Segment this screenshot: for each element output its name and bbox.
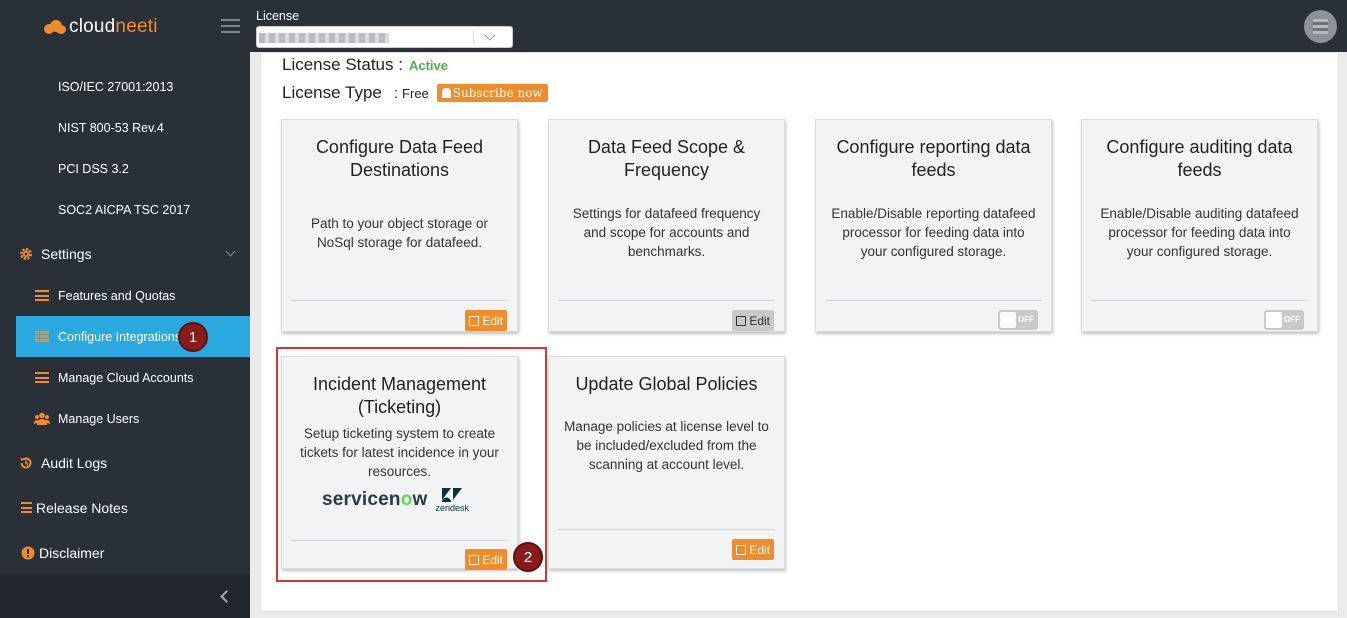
sidebar-item-label: Disclaimer (39, 544, 105, 561)
sidebar-item-label: ISO/IEC 27001:2013 (58, 79, 174, 94)
subscribe-now-button[interactable]: Subscribe now (436, 84, 548, 102)
hamburger-menu-icon[interactable] (221, 19, 240, 33)
edit-button[interactable]: Edit (732, 539, 774, 560)
sidebar-item-label: Configure Integrations (58, 329, 181, 344)
toggle-label: OFF (1284, 315, 1300, 324)
license-status-value: Active (408, 58, 448, 73)
license-type-separator: : (393, 85, 399, 102)
card-title: Data Feed Scope & Frequency (587, 137, 746, 180)
sidebar-item-configure-integrations[interactable]: Configure Integrations (16, 316, 250, 357)
license-type-label: License Type (282, 83, 382, 102)
logo-text: cloudneeti (69, 16, 158, 37)
subscribe-now-label: Subscribe now (452, 86, 543, 100)
card-configure-data-feed-destinations: Configure Data Feed Destinations Path to… (281, 119, 518, 332)
card-title: Update Global Policies (575, 374, 758, 394)
sidebar-item-label: Manage Users (58, 411, 140, 426)
license-type-row: License Type : Free Subscribe now (282, 83, 548, 103)
sidebar-item-label: Settings (41, 245, 92, 262)
card-description: Settings for datafeed frequency and scop… (572, 206, 761, 259)
card-title: Configure Data Feed Destinations (315, 137, 484, 180)
license-status-row: License Status : Active (282, 55, 448, 75)
sidebar-item-pci[interactable]: PCI DSS 3.2 (16, 148, 250, 189)
sidebar-item-nist[interactable]: NIST 800-53 Rev.4 (16, 107, 250, 148)
toggle-knob (1000, 312, 1016, 328)
sidebar-item-label: SOC2 AICPA TSC 2017 (58, 202, 191, 217)
collapse-sidebar-icon[interactable] (220, 590, 233, 603)
card-description: Manage policies at license level to be i… (564, 419, 769, 472)
card-divider (825, 300, 1042, 301)
chevron-down-icon (225, 246, 236, 257)
sidebar-item-label: Release Notes (36, 499, 128, 516)
bell-icon (441, 88, 451, 98)
avatar[interactable] (1304, 10, 1337, 43)
license-label: License (256, 9, 300, 23)
logo-cloud-icon (44, 20, 66, 34)
sidebar-item-label: NIST 800-53 Rev.4 (58, 120, 164, 135)
step-marker-2: 2 (513, 542, 543, 572)
edit-button[interactable]: Edit (732, 310, 774, 331)
sidebar-item-release-notes[interactable]: Release Notes (0, 487, 250, 528)
select-divider (473, 31, 474, 44)
toggle-label: OFF (1018, 315, 1034, 324)
license-status-label: License Status : (282, 55, 403, 74)
edit-label: Edit (482, 313, 503, 328)
step-marker-1: 1 (178, 322, 208, 352)
history-icon (19, 456, 33, 470)
sidebar-item-manage-users[interactable]: Manage Users (16, 398, 250, 439)
card-description: Enable/Disable reporting datafeed proces… (831, 206, 1036, 259)
edit-label: Edit (749, 542, 770, 557)
list-icon (21, 502, 32, 513)
edit-icon (736, 315, 747, 326)
sidebar-item-manage-cloud-accounts[interactable]: Manage Cloud Accounts (16, 357, 250, 398)
alert-circle-icon (21, 546, 35, 560)
top-bar: License (250, 0, 1347, 52)
edit-icon (469, 315, 480, 326)
sidebar-item-label: Features and Quotas (58, 288, 176, 303)
reporting-feed-toggle[interactable]: OFF (998, 310, 1038, 330)
toggle-knob (1266, 312, 1282, 328)
card-divider (291, 300, 508, 301)
card-update-global-policies: Update Global Policies Manage policies a… (548, 356, 785, 569)
gear-icon (19, 247, 33, 261)
card-divider (558, 300, 775, 301)
users-icon (34, 412, 50, 425)
card-configure-auditing-data-feeds: Configure auditing data feeds Enable/Dis… (1081, 119, 1318, 332)
card-data-feed-scope-frequency: Data Feed Scope & Frequency Settings for… (548, 119, 785, 332)
sidebar-item-label: Manage Cloud Accounts (58, 370, 194, 385)
list-icon (34, 290, 50, 301)
sidebar: cloudneeti ISO/IEC 27001:2013 NIST 800-5… (0, 0, 250, 618)
sidebar-item-iso[interactable]: ISO/IEC 27001:2013 (16, 66, 250, 107)
card-configure-reporting-data-feeds: Configure reporting data feeds Enable/Di… (815, 119, 1052, 332)
sidebar-item-label: Audit Logs (41, 454, 108, 471)
list-icon (34, 372, 50, 383)
card-description: Path to your object storage or NoSql sto… (310, 216, 489, 250)
license-type-value: Free (402, 86, 429, 101)
sidebar-item-disclaimer[interactable]: Disclaimer (0, 532, 250, 573)
auditing-feed-toggle[interactable]: OFF (1264, 310, 1304, 330)
card-divider (1091, 300, 1308, 301)
card-title: Configure auditing data feeds (1106, 137, 1293, 180)
chevron-down-icon (484, 29, 496, 41)
sidebar-item-features-quotas[interactable]: Features and Quotas (16, 275, 250, 316)
grid-icon (34, 331, 50, 342)
edit-label: Edit (749, 313, 770, 328)
card-description: Enable/Disable auditing datafeed process… (1100, 206, 1299, 259)
card-title: Configure reporting data feeds (836, 137, 1031, 180)
sidebar-footer (0, 574, 250, 618)
license-select[interactable] (256, 26, 513, 48)
sidebar-item-soc2[interactable]: SOC2 AICPA TSC 2017 (16, 189, 250, 230)
edit-button[interactable]: Edit (465, 310, 507, 331)
sidebar-item-label: PCI DSS 3.2 (58, 161, 129, 176)
license-name-redacted (259, 33, 389, 43)
card-divider (558, 529, 775, 530)
sidebar-item-settings[interactable]: Settings (0, 233, 250, 274)
sidebar-item-audit-logs[interactable]: Audit Logs (0, 442, 250, 483)
edit-icon (736, 544, 747, 555)
highlight-box (276, 347, 547, 582)
cloudneeti-logo[interactable]: cloudneeti (44, 14, 158, 40)
